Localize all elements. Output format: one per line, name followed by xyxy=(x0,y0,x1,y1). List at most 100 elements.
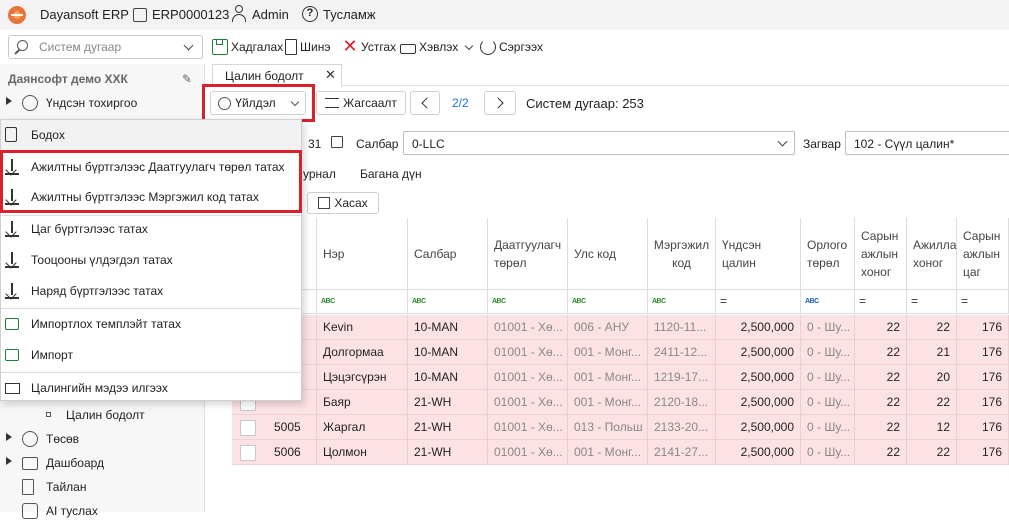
new-button[interactable]: Шинэ xyxy=(285,37,330,57)
sidebar-item-report[interactable]: Тайлан xyxy=(0,476,205,498)
close-icon[interactable]: ✕ xyxy=(325,67,336,83)
row-checkbox[interactable] xyxy=(240,445,256,461)
cell-inc[interactable]: 0 - Шу... xyxy=(801,390,855,415)
cell-ins[interactable]: 01001 - Хө... xyxy=(488,365,568,390)
cell-branch[interactable]: 10-MAN xyxy=(408,340,488,365)
cell-ins[interactable]: 01001 - Хө... xyxy=(488,340,568,365)
table-row[interactable]: Kevin 10-MAN 01001 - Хө... 006 - АНУ 1120-11… xyxy=(232,315,1009,340)
column-header-name[interactable]: Нэр xyxy=(317,218,408,290)
column-header-month-hours[interactable]: Сарын ажлын цаг xyxy=(957,218,1009,290)
branch-select[interactable]: 0-LLC xyxy=(403,131,795,155)
filter-cell[interactable]: = xyxy=(716,290,801,314)
cell-country[interactable]: 013 - Польш xyxy=(568,415,648,440)
cell-branch[interactable]: 21-WH xyxy=(408,440,488,465)
cell-name[interactable]: Долгормаа xyxy=(317,340,408,365)
cell-ins[interactable]: 01001 - Хө... xyxy=(488,415,568,440)
cell-branch[interactable]: 10-MAN xyxy=(408,365,488,390)
filter-cell[interactable]: ABC xyxy=(408,290,488,314)
remove-button[interactable]: Хасах xyxy=(307,192,379,214)
cell-hours[interactable]: 176 xyxy=(957,340,1009,365)
order-button[interactable]: Жагсаалт xyxy=(316,91,406,115)
cell-branch[interactable]: 21-WH xyxy=(408,415,488,440)
sidebar-item-ai[interactable]: AI туслах xyxy=(0,500,205,522)
cell-salary[interactable]: 2,500,000 xyxy=(716,365,801,390)
menu-item-download-template[interactable]: Импортлох темплэйт татах xyxy=(1,309,301,339)
cell-ins[interactable]: 01001 - Хө... xyxy=(488,390,568,415)
template-select[interactable]: 102 - Сүүл цалин* xyxy=(845,131,1009,155)
cell-prof[interactable]: 2120-18... xyxy=(648,390,716,415)
cell-name[interactable]: Жаргал xyxy=(317,415,408,440)
next-page-button[interactable] xyxy=(484,91,516,115)
cell-ins[interactable]: 01001 - Хө... xyxy=(488,440,568,465)
column-header-salary[interactable]: Үндсэн цалин xyxy=(716,218,801,290)
filter-cell[interactable]: = xyxy=(855,290,907,314)
cell-prof[interactable]: 2133-20... xyxy=(648,415,716,440)
cell-code[interactable]: 5006 xyxy=(268,440,317,465)
table-row[interactable]: 5005 Жаргал 21-WH 01001 - Хө... 013 - Польш 2… xyxy=(232,415,1009,440)
column-sum-tab[interactable]: Багана дүн xyxy=(360,167,422,181)
cell-prof[interactable]: 2411-12... xyxy=(648,340,716,365)
cell-hours[interactable]: 176 xyxy=(957,390,1009,415)
cell-code[interactable]: 5005 xyxy=(268,415,317,440)
print-button[interactable]: Хэвлэх xyxy=(400,37,474,57)
table-row[interactable]: Баяр 21-WH 01001 - Хө... 001 - Монг... 2120-… xyxy=(232,390,1009,415)
filter-cell[interactable]: = xyxy=(907,290,957,314)
column-header-profession[interactable]: Мэргэжил код xyxy=(648,218,716,290)
cell-days[interactable]: 22 xyxy=(855,315,907,340)
filter-cell[interactable]: ABC xyxy=(801,290,855,314)
user-name[interactable]: Admin xyxy=(252,7,289,22)
sidebar-item-payroll[interactable]: Цалин бодолт xyxy=(0,404,205,426)
menu-item-pull-job-order[interactable]: Наряд бүртгэлээс татах xyxy=(1,276,301,306)
refresh-button[interactable]: Сэргээх xyxy=(480,37,543,57)
cell-name[interactable]: Kevin xyxy=(317,315,408,340)
cell-name[interactable]: Баяр xyxy=(317,390,408,415)
table-row[interactable]: Цэцэгсүрэн 10-MAN 01001 - Хө... 001 - Монг.… xyxy=(232,365,1009,390)
cell-ins[interactable]: 01001 - Хө... xyxy=(488,315,568,340)
cell-name[interactable]: Цолмон xyxy=(317,440,408,465)
journal-tab[interactable]: урнал xyxy=(303,167,336,181)
cell-inc[interactable]: 0 - Шу... xyxy=(801,440,855,465)
cell-country[interactable]: 001 - Монг... xyxy=(568,365,648,390)
filter-cell[interactable]: ABC xyxy=(648,290,716,314)
cell-worked[interactable]: 22 xyxy=(907,315,957,340)
delete-button[interactable]: ✕ Устгах xyxy=(342,37,396,57)
menu-item-send-payslip[interactable]: Цалингийн мэдээ илгээх xyxy=(1,373,301,403)
save-button[interactable]: Хадгалах xyxy=(212,37,283,57)
cell-prof[interactable]: 1219-17... xyxy=(648,365,716,390)
cell-salary[interactable]: 2,500,000 xyxy=(716,340,801,365)
cell-country[interactable]: 001 - Монг... xyxy=(568,440,648,465)
cell-salary[interactable]: 2,500,000 xyxy=(716,390,801,415)
column-header-income-type[interactable]: Орлого төрөл xyxy=(801,218,855,290)
cell-worked[interactable]: 21 xyxy=(907,340,957,365)
menu-item-pull-balance[interactable]: Тооцооны үлдэгдэл татах xyxy=(1,245,301,275)
menu-item-import[interactable]: Импорт xyxy=(1,340,301,370)
row-checkbox[interactable] xyxy=(240,420,256,436)
cell-salary[interactable]: 2,500,000 xyxy=(716,315,801,340)
cell-branch[interactable]: 10-MAN xyxy=(408,315,488,340)
sidebar-item-dashboard[interactable]: Дашбоард xyxy=(0,452,205,474)
cell-days[interactable]: 22 xyxy=(855,390,907,415)
cell-days[interactable]: 22 xyxy=(855,440,907,465)
cell-hours[interactable]: 176 xyxy=(957,315,1009,340)
cell-salary[interactable]: 2,500,000 xyxy=(716,415,801,440)
cell-worked[interactable]: 12 xyxy=(907,415,957,440)
cell-worked[interactable]: 20 xyxy=(907,365,957,390)
cell-branch[interactable]: 21-WH xyxy=(408,390,488,415)
cell-country[interactable]: 001 - Монг... xyxy=(568,390,648,415)
filter-cell[interactable]: ABC xyxy=(568,290,648,314)
cell-worked[interactable]: 22 xyxy=(907,440,957,465)
cell-days[interactable]: 22 xyxy=(855,415,907,440)
cell-name[interactable]: Цэцэгсүрэн xyxy=(317,365,408,390)
cell-inc[interactable]: 0 - Шу... xyxy=(801,365,855,390)
cell-hours[interactable]: 176 xyxy=(957,365,1009,390)
cell-country[interactable]: 001 - Монг... xyxy=(568,340,648,365)
cell-days[interactable]: 22 xyxy=(855,340,907,365)
cell-days[interactable]: 22 xyxy=(855,365,907,390)
filter-cell[interactable]: ABC xyxy=(488,290,568,314)
cell-worked[interactable]: 22 xyxy=(907,390,957,415)
search-input[interactable]: Систем дугаар xyxy=(8,35,203,59)
cell-inc[interactable]: 0 - Шу... xyxy=(801,415,855,440)
database-name[interactable]: ERP0000123 xyxy=(152,7,229,22)
column-header-branch[interactable]: Салбар xyxy=(408,218,488,290)
cell-salary[interactable]: 2,500,000 xyxy=(716,440,801,465)
